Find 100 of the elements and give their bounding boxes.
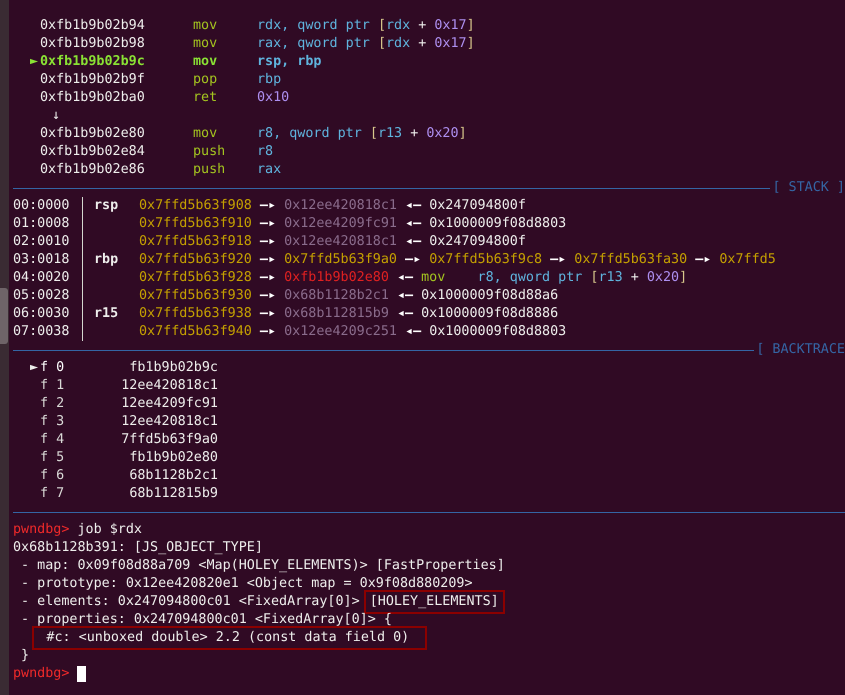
frame-address: 12ee4209fc91 xyxy=(120,395,218,413)
stack-offset: 03:0018 xyxy=(13,251,83,269)
stack-value: 0x1000009f08d8803 xyxy=(429,323,566,341)
pointer-arrow: —▸ xyxy=(260,233,276,251)
stack-value: 0x7ffd5b63f9a0 xyxy=(284,251,397,269)
stack-value: 0xfb1b9b02e80 xyxy=(284,269,389,287)
frame-label[interactable]: f 3 xyxy=(40,413,70,431)
instruction-mnemonic: mov xyxy=(193,53,218,71)
instruction-address: 0xfb1b9b02b98 xyxy=(40,35,146,53)
jump-arrow: ↓ xyxy=(52,107,60,125)
instruction-mnemonic: mov xyxy=(193,17,218,35)
stack-value: 0x12ee4209c251 xyxy=(284,323,397,341)
output-text: 0x68b1128b391: [JS_OBJECT_TYPE] xyxy=(13,539,263,557)
stack-offset: 01:0008 xyxy=(13,215,83,233)
frame-label[interactable]: f 6 xyxy=(40,467,70,485)
instruction-operands: rax xyxy=(257,161,282,179)
stack-value: 0x7ffd5b63f910 xyxy=(139,215,252,233)
instruction-operands: rdx, qword ptr [rdx + 0x17] xyxy=(257,17,475,35)
instruction-address: 0xfb1b9b02e80 xyxy=(40,125,146,143)
pointer-arrow: ◂— xyxy=(396,287,414,305)
stack-offset: 04:0020 xyxy=(13,269,83,287)
register-label: rbp xyxy=(94,252,118,267)
stack-value: 0x7ffd5 xyxy=(719,251,776,269)
frame-address: 12ee420818c1 xyxy=(120,413,218,431)
instruction-mnemonic: mov xyxy=(193,125,218,143)
stack-value: 0x68b1128b2c1 xyxy=(284,287,389,305)
pointer-arrow: —▸ xyxy=(260,305,276,323)
stack-offset: 02:0010 xyxy=(13,233,83,251)
frame-address: 68b1128b2c1 xyxy=(128,467,218,485)
stack-value: 0x7ffd5b63f940 xyxy=(139,323,252,341)
output-text: - elements: 0x247094800c01 <FixedArray[0]> xyxy=(20,593,361,611)
pointer-arrow: ◂— xyxy=(396,269,414,287)
command-text: job $rdx xyxy=(77,521,142,539)
shell-prompt: pwndbg> xyxy=(13,521,70,539)
instruction-address: 0xfb1b9b02b9f xyxy=(40,71,146,89)
stack-value: 0x1000009f08d88a6 xyxy=(421,287,558,305)
instruction-operands: rsp, rbp xyxy=(257,53,322,71)
stack-value: 0x68b112815b9 xyxy=(284,305,389,323)
pointer-arrow: —▸ xyxy=(260,197,276,215)
pointer-arrow: —▸ xyxy=(405,251,422,269)
stack-value: 0x12ee420818c1 xyxy=(284,233,397,251)
pointer-arrow: —▸ xyxy=(260,215,276,233)
instruction-operands: r8, qword ptr [r13 + 0x20] xyxy=(478,269,688,287)
current-line-marker: ► xyxy=(30,53,38,71)
stack-value: 0x7ffd5b63f9c8 xyxy=(429,251,542,269)
instruction-operands: rbp xyxy=(257,71,282,89)
pointer-arrow: ◂— xyxy=(405,233,422,251)
stack-value: 0x7ffd5b63f928 xyxy=(139,269,252,287)
frame-label[interactable]: f 7 xyxy=(40,485,70,503)
pointer-arrow: —▸ xyxy=(260,251,276,269)
stack-value: 0x7ffd5b63f908 xyxy=(139,197,252,215)
instruction-address: 0xfb1b9b02ba0 xyxy=(40,89,146,107)
instruction-address: 0xfb1b9b02e86 xyxy=(40,161,146,179)
frame-label[interactable]: f 4 xyxy=(40,431,70,449)
instruction-mnemonic: ret xyxy=(193,89,218,107)
pointer-arrow: ◂— xyxy=(405,197,422,215)
instruction-mnemonic: push xyxy=(193,143,226,161)
instruction-mnemonic: push xyxy=(193,161,226,179)
frame-label[interactable]: f 1 xyxy=(40,377,70,395)
pointer-arrow: —▸ xyxy=(260,323,276,341)
pointer-arrow: —▸ xyxy=(550,251,566,269)
instruction-mnemonic: mov xyxy=(193,35,218,53)
instruction-operands: rax, qword ptr [rdx + 0x17] xyxy=(257,35,475,53)
pointer-arrow: —▸ xyxy=(260,269,276,287)
pointer-arrow: ◂— xyxy=(396,305,414,323)
frame-address: 68b112815b9 xyxy=(128,485,218,503)
output-text: - map: 0x09f08d88a709 <Map(HOLEY_ELEMENTS)> [FastProperties] xyxy=(20,557,505,575)
frame-address: 7ffd5b63f9a0 xyxy=(120,431,218,449)
instruction-mnemonic: pop xyxy=(193,71,218,89)
instruction-address: 0xfb1b9b02b94 xyxy=(40,17,146,35)
instruction-operands: r8 xyxy=(257,143,274,161)
stack-value: 0x7ffd5b63f938 xyxy=(139,305,252,323)
instruction-operands: 0x10 xyxy=(257,89,290,107)
register-label: r15 xyxy=(94,306,118,321)
frame-address: 12ee420818c1 xyxy=(120,377,218,395)
frame-label[interactable]: f 5 xyxy=(40,449,70,467)
register-label: rsp xyxy=(94,198,118,213)
frame-address: fb1b9b02b9c xyxy=(128,359,218,377)
shell-prompt: pwndbg> xyxy=(13,665,70,683)
current-frame-marker: ► xyxy=(30,359,38,377)
stack-value: 0x247094800f xyxy=(429,233,526,251)
highlight-box: #c: <unboxed double> 2.2 (const data field 0) xyxy=(32,626,428,650)
stack-offset: 00:0000 xyxy=(13,197,83,215)
stack-value: 0x7ffd5b63f920 xyxy=(139,251,252,269)
frame-label[interactable]: f 2 xyxy=(40,395,70,413)
instruction-operands: r8, qword ptr [r13 + 0x20] xyxy=(257,125,467,143)
stack-value: 0x12ee4209fc91 xyxy=(284,215,397,233)
frame-address: fb1b9b02e80 xyxy=(128,449,218,467)
stack-offset: 05:0028 xyxy=(13,287,83,305)
instruction-address: 0xfb1b9b02e84 xyxy=(40,143,146,161)
scroll-thumb[interactable] xyxy=(0,288,8,344)
output-text: } xyxy=(20,647,30,665)
stack-value: 0x12ee420818c1 xyxy=(284,197,397,215)
stack-value: 0x7ffd5b63f930 xyxy=(139,287,252,305)
section-title: [ STACK ] xyxy=(771,179,845,197)
instruction-address: 0xfb1b9b02b9c xyxy=(40,53,146,71)
stack-value: 0x1000009f08d8886 xyxy=(421,305,558,323)
highlight-box: [HOLEY_ELEMENTS] xyxy=(364,590,505,614)
frame-label[interactable]: f 0 xyxy=(40,359,70,377)
pointer-arrow: —▸ xyxy=(695,251,712,269)
